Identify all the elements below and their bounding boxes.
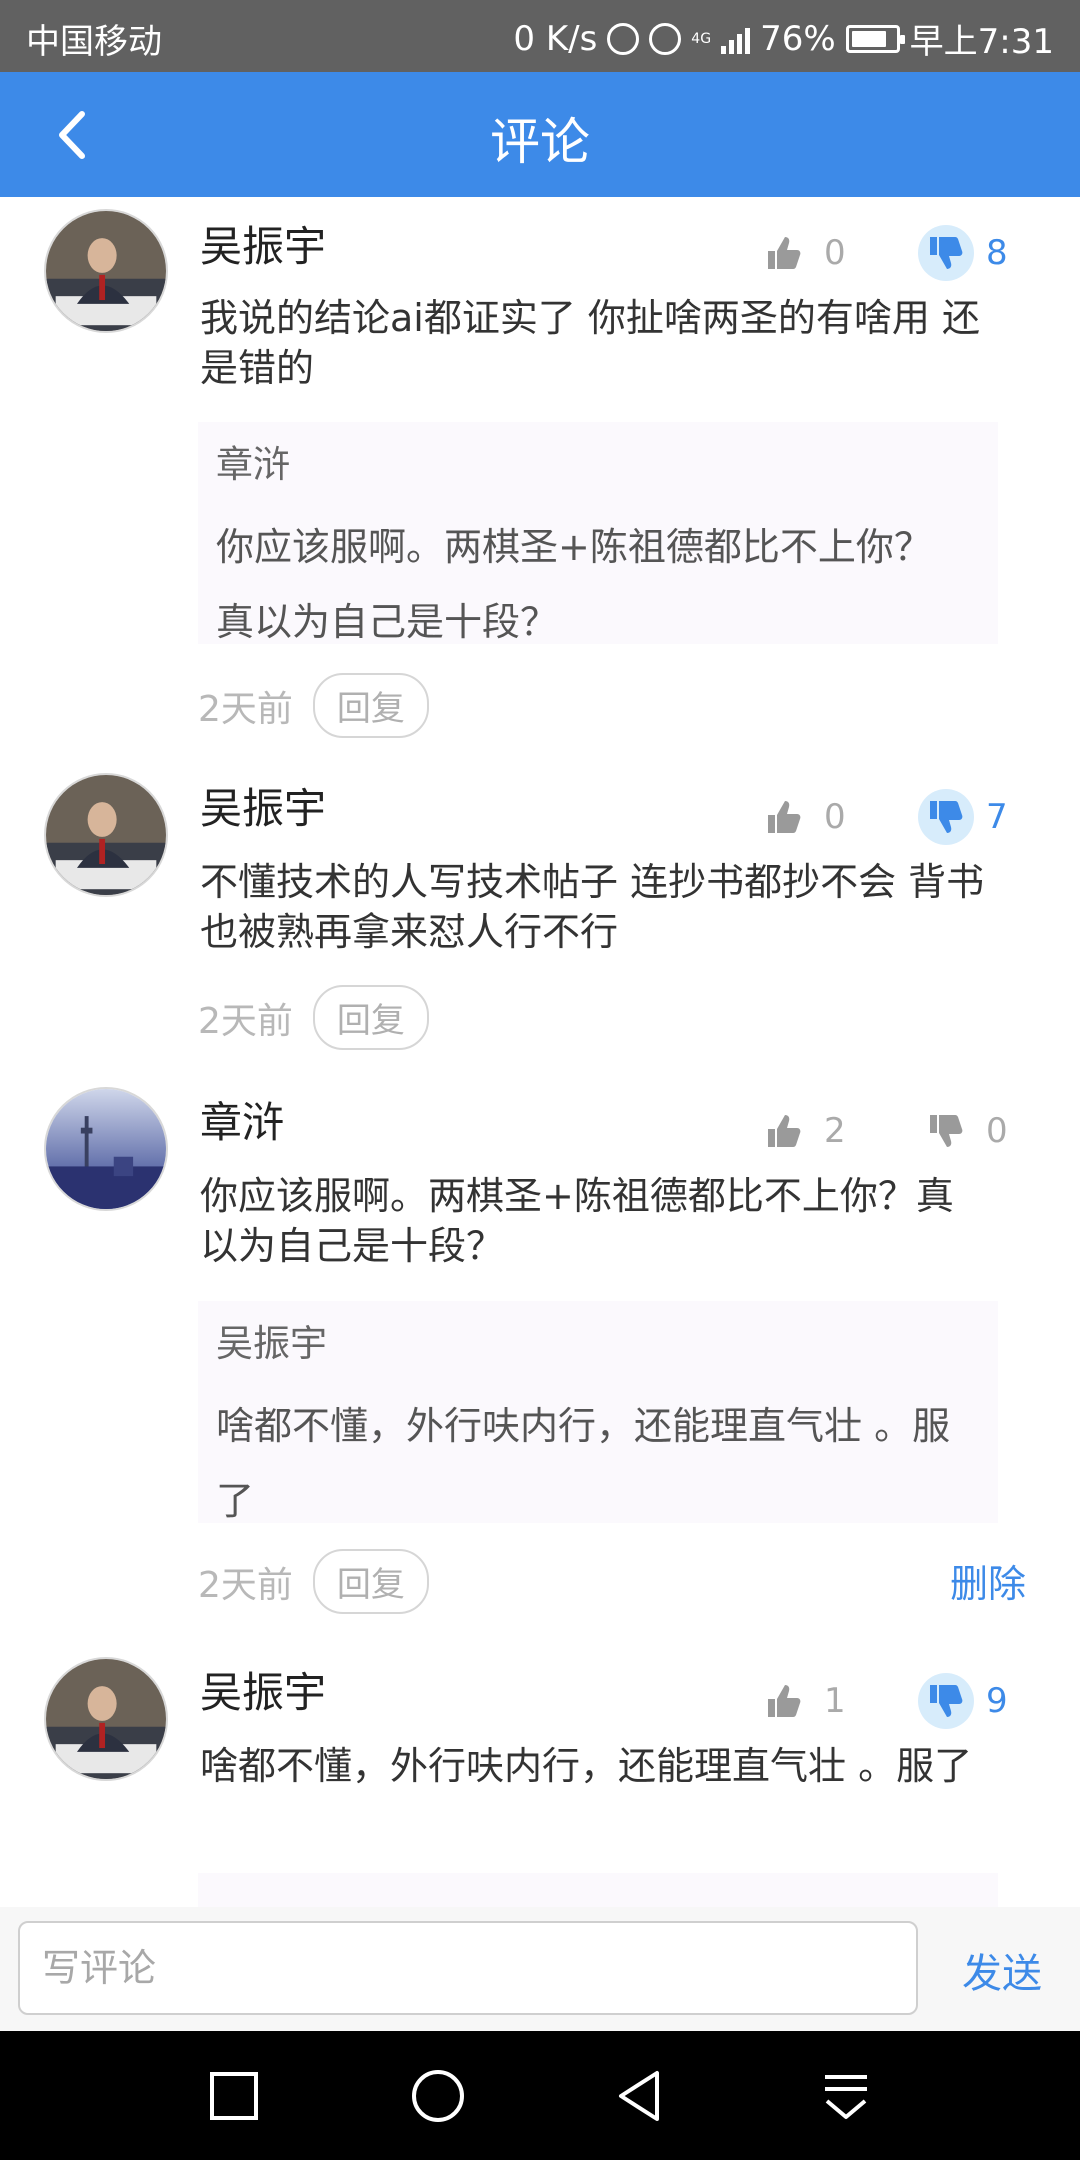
comment-text: 啥都不懂，外行呋内行，还能理直气壮 。服了 — [200, 1744, 973, 1788]
delete-button[interactable]: 删除 — [950, 1553, 1026, 1608]
clock: 早上7:31 — [909, 22, 1054, 62]
dislike-button[interactable]: 8 — [918, 225, 1008, 281]
recent-apps-icon — [210, 2072, 258, 2120]
like-count: 0 — [824, 233, 846, 273]
author-name[interactable]: 章浒 — [200, 1089, 284, 1150]
dislike-button[interactable]: 9 — [918, 1673, 1008, 1729]
comment-item: 吴振宇 0 8 我说的结论ai都证实了 你扯啥两圣的有啥用 还是错的 章浒 你应… — [0, 197, 1080, 757]
battery-percent: 76% — [760, 18, 836, 59]
thumbs-down-icon — [930, 237, 963, 269]
back-triangle-icon — [619, 2071, 659, 2121]
thumbs-down-icon — [930, 1685, 963, 1717]
comment-meta: 2天前 回复 — [198, 1549, 429, 1614]
comment-item: 吴振宇 0 7 不懂技术的人写技术帖子 连抄书都抄不会 背书也被熟再拿来怼人行不… — [0, 765, 1080, 1079]
status-bar: 中国移动 0 K/s 4G 76% 早上7:31 — [0, 0, 1080, 72]
comment-input-box[interactable] — [18, 1921, 918, 2015]
like-count: 1 — [824, 1681, 846, 1721]
comment-time: 2天前 — [198, 688, 293, 730]
dislike-button[interactable]: 0 — [918, 1103, 1008, 1159]
notification-pulldown-icon — [825, 2075, 867, 2119]
comment-list[interactable]: 吴振宇 0 8 我说的结论ai都证实了 你扯啥两圣的有啥用 还是错的 章浒 你应… — [0, 197, 1080, 1907]
status-icons: 0 K/s 4G 76% 早上7:31 — [513, 14, 1054, 63]
carrier-name: 中国移动 — [26, 22, 162, 62]
like-button[interactable]: 0 — [756, 225, 846, 281]
like-count: 2 — [824, 1111, 846, 1151]
avatar-photo — [46, 211, 166, 331]
dislike-count: 8 — [986, 233, 1008, 273]
comment-time: 2天前 — [198, 1564, 293, 1606]
dislike-count: 9 — [986, 1681, 1008, 1721]
comment-input[interactable] — [20, 1923, 916, 2013]
avatar-photo — [46, 1659, 166, 1779]
title-bar: 评论 — [0, 72, 1080, 197]
thumbs-down-icon — [930, 801, 963, 833]
like-button[interactable]: 1 — [756, 1673, 846, 1729]
quote-author: 章浒 — [216, 443, 290, 486]
author-name[interactable]: 吴振宇 — [200, 213, 326, 274]
recent-apps-button[interactable] — [199, 2061, 269, 2131]
comment-item: 吴振宇 1 9 啥都不懂，外行呋内行，还能理直气壮 。服了 — [0, 1649, 1080, 1907]
send-button[interactable]: 发送 — [962, 1941, 1042, 1999]
avatar[interactable] — [44, 1087, 168, 1211]
thumbs-up-icon — [768, 1115, 801, 1147]
comment-input-bar: 发送 — [0, 1907, 1080, 2031]
like-button[interactable]: 0 — [756, 789, 846, 845]
network-type: 4G — [691, 30, 712, 47]
alarm-icon — [649, 22, 682, 55]
avatar[interactable] — [44, 209, 168, 333]
thumbs-up-icon — [768, 801, 801, 833]
home-icon — [412, 2070, 464, 2122]
comment-text: 我说的结论ai都证实了 你扯啥两圣的有啥用 还是错的 — [200, 296, 981, 390]
quote-text: 啥都不懂，外行呋内行，还能理直气壮 。服了 — [216, 1404, 951, 1523]
reply-button[interactable]: 回复 — [312, 1549, 429, 1614]
page-title: 评论 — [490, 113, 590, 171]
signal-icon — [721, 24, 751, 54]
home-button[interactable] — [403, 2061, 473, 2131]
like-count: 0 — [824, 797, 846, 837]
notification-pulldown-button[interactable] — [811, 2061, 881, 2131]
thumbs-down-icon — [930, 1115, 963, 1147]
system-nav-bar — [0, 2031, 1080, 2160]
dislike-count: 7 — [986, 797, 1008, 837]
back-nav-button[interactable] — [607, 2061, 677, 2131]
avatar-photo — [46, 775, 166, 895]
quoted-comment: 吴振宇 啥都不懂，外行呋内行，还能理直气壮 。服了 — [198, 1301, 998, 1523]
quoted-comment-partial — [198, 1873, 998, 1907]
author-name[interactable]: 吴振宇 — [200, 1659, 326, 1720]
battery-icon — [845, 24, 905, 53]
dislike-count: 0 — [986, 1111, 1008, 1151]
network-speed: 0 K/s — [513, 18, 598, 59]
quote-text: 你应该服啊。两棋圣+陈祖德都比不上你？真以为自己是十段？ — [216, 525, 932, 644]
avatar-photo — [46, 1089, 166, 1209]
author-name[interactable]: 吴振宇 — [200, 775, 326, 836]
comment-time: 2天前 — [198, 1000, 293, 1042]
reply-button[interactable]: 回复 — [312, 673, 429, 738]
comment-meta: 2天前 回复 — [198, 985, 429, 1050]
reply-button[interactable]: 回复 — [312, 985, 429, 1050]
like-button[interactable]: 2 — [756, 1103, 846, 1159]
comment-meta: 2天前 回复 — [198, 673, 429, 738]
dislike-button[interactable]: 7 — [918, 789, 1008, 845]
thumbs-up-icon — [768, 1685, 801, 1717]
quoted-comment: 章浒 你应该服啊。两棋圣+陈祖德都比不上你？真以为自己是十段？ — [198, 422, 998, 644]
comment-text: 不懂技术的人写技术帖子 连抄书都抄不会 背书也被熟再拿来怼人行不行 — [200, 860, 985, 954]
avatar[interactable] — [44, 773, 168, 897]
quote-author: 吴振宇 — [216, 1322, 327, 1365]
comment-text: 你应该服啊。两棋圣+陈祖德都比不上你？真以为自己是十段？ — [200, 1174, 954, 1268]
avatar[interactable] — [44, 1657, 168, 1781]
thumbs-up-icon — [768, 237, 801, 269]
comment-item: 章浒 2 0 你应该服啊。两棋圣+陈祖德都比不上你？真以为自己是十段？ 吴振宇 … — [0, 1079, 1080, 1649]
data-saver-icon — [607, 22, 640, 55]
